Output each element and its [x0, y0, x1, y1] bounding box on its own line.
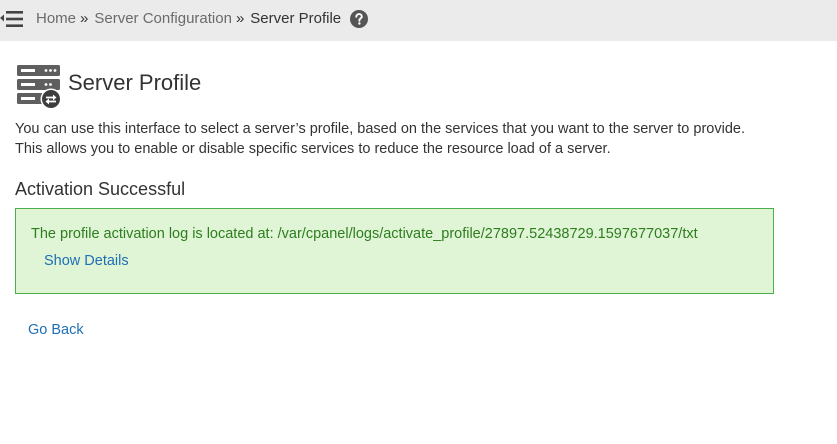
page-description-line: You can use this interface to select a s… — [15, 121, 745, 137]
breadcrumb: Home » Server Configuration » Server Pro… — [36, 10, 369, 28]
success-alert: The profile activation log is located at… — [15, 208, 774, 294]
breadcrumb-separator: » — [235, 10, 245, 27]
server-profile-icon — [16, 64, 62, 110]
breadcrumb-server-configuration[interactable]: Server Configuration — [94, 10, 232, 28]
page-description-line: This allows you to enable or disable spe… — [15, 141, 611, 157]
help-icon[interactable] — [350, 10, 369, 28]
breadcrumb-current: Server Profile — [250, 10, 342, 27]
go-back-link[interactable]: Go Back — [28, 321, 84, 339]
page-description: You can use this interface to select a s… — [15, 119, 815, 159]
top-bar: Home » Server Configuration » Server Pro… — [0, 0, 837, 41]
menu-toggle-icon[interactable] — [0, 8, 26, 30]
activation-log-message: The profile activation log is located at… — [31, 226, 698, 242]
page-title: Server Profile — [68, 70, 202, 95]
breadcrumb-home[interactable]: Home — [36, 10, 76, 28]
status-heading: Activation Successful — [15, 179, 186, 199]
breadcrumb-separator: » — [80, 10, 89, 27]
show-details-link[interactable]: Show Details — [44, 252, 129, 270]
